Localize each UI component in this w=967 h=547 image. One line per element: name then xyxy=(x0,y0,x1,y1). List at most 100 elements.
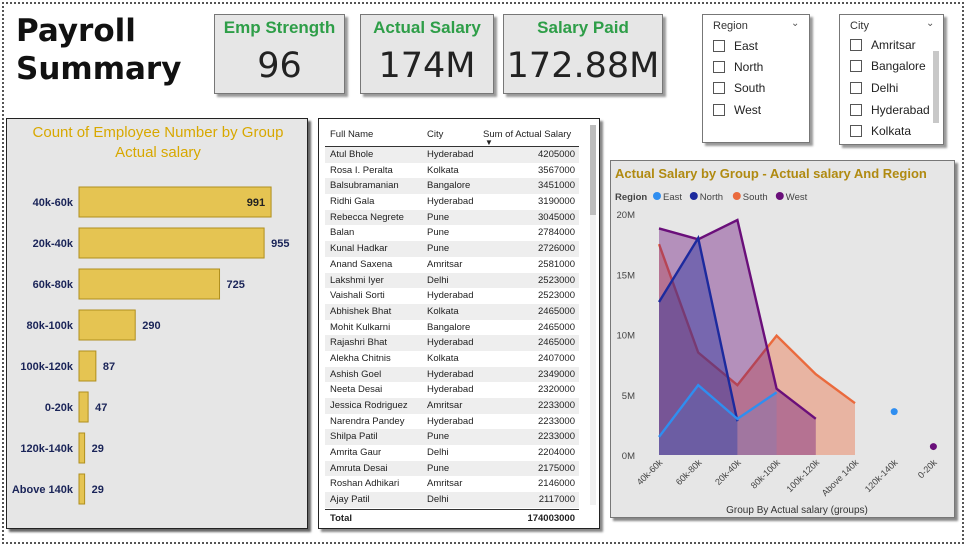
bar-Above 140k[interactable] xyxy=(78,473,86,505)
table-scrollbar[interactable] xyxy=(590,125,596,505)
kpi-card-emp-strength[interactable]: Emp Strength 96 xyxy=(214,14,345,94)
legend-north-icon[interactable] xyxy=(689,192,698,200)
table-row[interactable]: Ridhi Gala Hyderabad 3190000 xyxy=(325,194,579,210)
bar-120k-140k[interactable] xyxy=(78,432,86,464)
slicer-scrollbar[interactable] xyxy=(933,51,939,123)
x-tick-label: 0-20k xyxy=(916,457,939,480)
slicer-option-hyderabad[interactable]: Hyderabad xyxy=(850,102,930,118)
table-row[interactable]: Atul Bhole Hyderabad 4205000 xyxy=(325,147,579,163)
slicer-option-kolkata[interactable]: Kolkata xyxy=(850,123,911,139)
bar-category-label: 20k-40k xyxy=(33,238,74,250)
area-chart-panel[interactable]: Actual Salary by Group - Actual salary A… xyxy=(610,160,955,518)
cell-full-name: Ajay Patil xyxy=(330,494,370,506)
slicer-option-amritsar[interactable]: Amritsar xyxy=(850,37,916,53)
cell-full-name: Amruta Desai xyxy=(330,462,388,474)
bar-100k-120k[interactable] xyxy=(78,350,97,382)
city-slicer[interactable]: City ⌄ Amritsar Bangalore Delhi Hyderaba… xyxy=(839,14,944,145)
legend-east-icon[interactable] xyxy=(653,192,661,200)
table-row[interactable]: Kunal Hadkar Pune 2726000 xyxy=(325,241,579,257)
table-row[interactable]: Shilpa Patil Pune 2233000 xyxy=(325,429,579,446)
cell-full-name: Balsubramanian xyxy=(330,180,399,192)
cell-city: Amritsar xyxy=(427,400,463,411)
column-header-city[interactable]: City xyxy=(427,129,443,140)
bar-0-20k[interactable] xyxy=(78,391,89,423)
table-row[interactable]: Roshan Adhikari Amritsar 2146000 xyxy=(325,476,579,492)
table-header: Full Name City Sum of Actual Salary ▼ xyxy=(325,125,579,147)
salary-table-panel[interactable]: Full Name City Sum of Actual Salary ▼ At… xyxy=(318,118,600,529)
table-row[interactable]: Vaishali Sorti Hyderabad 2523000 xyxy=(325,288,579,304)
x-tick-label: 60k-80k xyxy=(674,457,704,487)
cell-city: Pune xyxy=(427,462,450,474)
table-row[interactable]: Rajashri Bhat Hyderabad 2465000 xyxy=(325,335,579,351)
sort-desc-icon[interactable]: ▼ xyxy=(485,138,493,147)
slicer-option-delhi[interactable]: Delhi xyxy=(850,80,898,96)
bar-data-label: 47 xyxy=(95,402,107,414)
table-row[interactable]: Abhishek Bhat Kolkata 2465000 xyxy=(325,303,579,320)
cell-full-name: Anand Saxena xyxy=(330,258,393,270)
kpi-card-actual-salary[interactable]: Actual Salary 174M xyxy=(360,14,494,94)
table-row[interactable]: Amrita Gaur Delhi 2204000 xyxy=(325,445,579,461)
cell-salary: 2784000 xyxy=(538,227,575,239)
table-row[interactable]: Alekha Chitnis Kolkata 2407000 xyxy=(325,351,579,367)
table-row[interactable]: Anand Saxena Amritsar 2581000 xyxy=(325,257,579,273)
bar-chart-panel[interactable]: Count of Employee Number by Group Actual… xyxy=(6,118,308,529)
cell-salary: 2523000 xyxy=(538,274,575,286)
table-row[interactable]: Rebecca Negrete Pune 3045000 xyxy=(325,209,579,226)
cell-city: Amritsar xyxy=(427,258,463,270)
cell-salary: 2407000 xyxy=(538,352,575,364)
table-row[interactable]: Lakshmi Iyer Delhi 2523000 xyxy=(325,272,579,289)
checkbox[interactable] xyxy=(850,60,862,72)
table-row[interactable]: Balan Pune 2784000 xyxy=(325,225,579,241)
checkbox[interactable] xyxy=(713,104,725,116)
cell-salary: 3567000 xyxy=(538,164,575,176)
scrollbar-thumb[interactable] xyxy=(590,125,596,215)
cell-full-name: Roshan Adhikari xyxy=(330,478,400,490)
chevron-down-icon[interactable]: ⌄ xyxy=(926,18,934,29)
bar-20k-40k[interactable] xyxy=(78,227,265,259)
kpi-card-salary-paid[interactable]: Salary Paid 172.88M xyxy=(503,14,663,94)
cell-full-name: Rosa I. Peralta xyxy=(330,164,393,176)
table-row[interactable]: Jessica Rodriguez Amritsar 2233000 xyxy=(325,398,579,414)
legend-west-icon[interactable] xyxy=(775,192,784,200)
table-row[interactable]: Mohit Kulkarni Bangalore 2465000 xyxy=(325,320,579,336)
bar-60k-80k[interactable] xyxy=(78,268,221,300)
table-row[interactable]: Neeta Desai Hyderabad 2320000 xyxy=(325,382,579,398)
cell-city: Hyderabad xyxy=(427,290,474,302)
slicer-option-east[interactable]: East xyxy=(713,38,758,54)
slicer-option-bangalore[interactable]: Bangalore xyxy=(850,58,926,74)
checkbox[interactable] xyxy=(850,39,862,51)
cell-salary: 3451000 xyxy=(538,180,575,192)
table-row[interactable]: Rosa I. Peralta Kolkata 3567000 xyxy=(325,163,579,179)
column-header-full-name[interactable]: Full Name xyxy=(330,129,373,140)
chart-title: Actual Salary by Group - Actual salary A… xyxy=(615,166,927,181)
slicer-option-west[interactable]: West xyxy=(713,102,761,118)
checkbox[interactable] xyxy=(713,61,725,73)
bar-80k-100k[interactable] xyxy=(78,309,136,341)
series-east-point[interactable] xyxy=(890,408,898,416)
slicer-option-north[interactable]: North xyxy=(713,59,763,75)
bar-category-label: 80k-100k xyxy=(27,320,74,332)
cell-salary: 3190000 xyxy=(538,196,575,208)
region-slicer[interactable]: Region ⌄ East North South West xyxy=(702,14,810,143)
table-row[interactable]: Amruta Desai Pune 2175000 xyxy=(325,460,579,477)
legend-south-icon[interactable] xyxy=(732,192,741,200)
cell-full-name: Vaishali Sorti xyxy=(330,290,385,302)
table-row[interactable]: Balsubramanian Bangalore 3451000 xyxy=(325,178,579,195)
series-west-point[interactable] xyxy=(929,443,937,451)
cell-salary: 2581000 xyxy=(538,258,575,270)
slicer-option-south[interactable]: South xyxy=(713,80,765,96)
checkbox[interactable] xyxy=(713,40,725,52)
checkbox[interactable] xyxy=(850,82,862,94)
cell-city: Hyderabad xyxy=(427,384,474,396)
checkbox[interactable] xyxy=(850,104,862,116)
bar-40k-60k[interactable] xyxy=(78,186,272,218)
table-row[interactable]: Narendra Pandey Hyderabad 2233000 xyxy=(325,414,579,430)
column-header-sum-salary[interactable]: Sum of Actual Salary xyxy=(483,129,571,140)
table-row[interactable]: Ashish Goel Hyderabad 2349000 xyxy=(325,366,579,383)
cell-full-name: Mohit Kulkarni xyxy=(330,321,391,333)
checkbox[interactable] xyxy=(713,82,725,94)
table-row[interactable]: Ajay Patil Delhi 2117000 xyxy=(325,492,579,508)
checkbox[interactable] xyxy=(850,125,862,137)
chevron-down-icon[interactable]: ⌄ xyxy=(791,18,799,29)
cell-salary: 2175000 xyxy=(538,462,575,474)
